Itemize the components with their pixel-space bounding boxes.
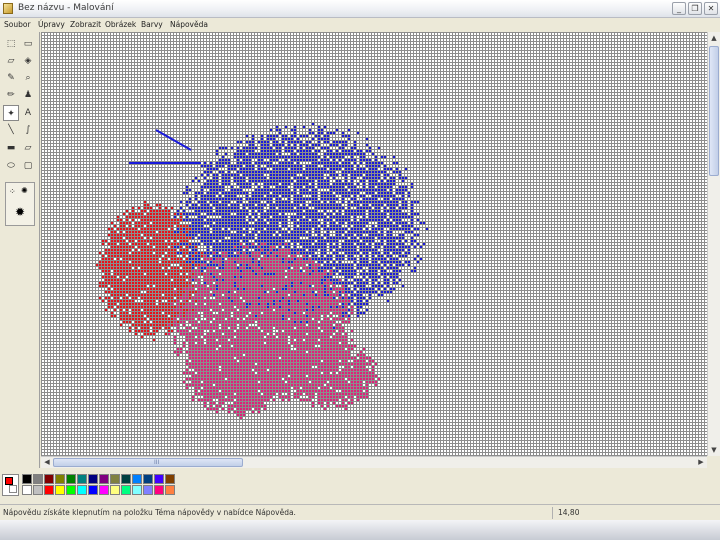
fill-icon[interactable]: ◈ xyxy=(20,53,36,69)
palette-swatch[interactable] xyxy=(143,474,153,484)
vertical-scroll-thumb[interactable] xyxy=(709,46,719,176)
vertical-scrollbar[interactable]: ▲ ▼ xyxy=(707,32,720,456)
rounded-rect-icon[interactable]: ▢ xyxy=(20,158,36,174)
horizontal-scrollbar[interactable]: ◀ III ▶ xyxy=(41,456,707,468)
primary-color[interactable] xyxy=(5,477,13,485)
cursor-coordinates: 14,80 xyxy=(558,508,580,517)
palette-swatch[interactable] xyxy=(33,474,43,484)
palette-swatch[interactable] xyxy=(99,474,109,484)
scroll-grip-icon: III xyxy=(154,459,160,466)
close-button[interactable]: ✕ xyxy=(704,2,718,15)
curve-icon[interactable]: ∫ xyxy=(20,122,36,138)
scroll-left-icon[interactable]: ◀ xyxy=(41,457,53,468)
current-colors xyxy=(2,474,19,496)
minimize-button[interactable]: _ xyxy=(672,2,686,15)
paint-icon[interactable] xyxy=(3,3,13,14)
palette-swatch[interactable] xyxy=(121,485,131,495)
palette-swatch[interactable] xyxy=(165,485,175,495)
line-icon[interactable]: ╲ xyxy=(3,122,19,138)
menu-image[interactable]: Obrázek xyxy=(105,20,136,29)
drawing-canvas[interactable] xyxy=(41,32,707,456)
tool-options-box: ⁘ ✺ ✹ xyxy=(5,182,35,226)
title-bar: Bez názvu - Malování _ ❐ ✕ xyxy=(0,0,720,18)
airbrush-blob xyxy=(285,336,380,410)
menu-colors[interactable]: Barvy xyxy=(141,20,163,29)
status-help-text: Nápovědu získáte klepnutím na položku Té… xyxy=(3,508,296,517)
palette-swatch[interactable] xyxy=(55,474,65,484)
airbrush-strokes xyxy=(96,123,428,419)
airbrush-icon[interactable]: ✦ xyxy=(3,105,19,121)
scroll-up-icon[interactable]: ▲ xyxy=(708,32,720,44)
eraser-icon[interactable]: ▱ xyxy=(3,53,19,69)
airbrush-medium-icon[interactable]: ✺ xyxy=(21,186,28,195)
palette-swatch[interactable] xyxy=(154,485,164,495)
palette-swatch[interactable] xyxy=(22,485,32,495)
color-palette xyxy=(0,468,720,500)
palette-swatch[interactable] xyxy=(121,474,131,484)
airbrush-stroke-line xyxy=(155,129,192,151)
menu-view[interactable]: Zobrazit xyxy=(70,20,101,29)
palette-swatch[interactable] xyxy=(110,485,120,495)
ellipse-icon[interactable]: ⬭ xyxy=(3,158,19,174)
taskbar xyxy=(0,520,720,540)
palette-swatch[interactable] xyxy=(44,485,54,495)
airbrush-large-icon[interactable]: ✹ xyxy=(15,205,25,219)
palette-swatch[interactable] xyxy=(55,485,65,495)
menu-file[interactable]: Soubor xyxy=(4,20,31,29)
palette-swatch[interactable] xyxy=(66,474,76,484)
palette-swatch[interactable] xyxy=(154,474,164,484)
magnifier-icon[interactable]: ⌕ xyxy=(20,70,36,86)
menu-bar: Soubor Úpravy Zobrazit Obrázek Barvy Náp… xyxy=(0,18,720,32)
palette-swatch[interactable] xyxy=(66,485,76,495)
window-title: Bez názvu - Malování xyxy=(18,3,114,13)
palette-swatch[interactable] xyxy=(77,485,87,495)
brush-icon[interactable]: ♟ xyxy=(20,87,36,103)
palette-swatch[interactable] xyxy=(99,485,109,495)
airbrush-small-icon[interactable]: ⁘ xyxy=(9,187,16,196)
palette-swatch[interactable] xyxy=(88,485,98,495)
palette-swatch[interactable] xyxy=(143,485,153,495)
polygon-icon[interactable]: ▱ xyxy=(20,140,36,156)
palette-swatch[interactable] xyxy=(132,474,142,484)
palette-swatch[interactable] xyxy=(44,474,54,484)
horizontal-scroll-thumb[interactable]: III xyxy=(53,458,243,467)
pencil-icon[interactable]: ✏ xyxy=(3,87,19,103)
scroll-right-icon[interactable]: ▶ xyxy=(695,457,707,468)
palette-swatch[interactable] xyxy=(165,474,175,484)
menu-edit[interactable]: Úpravy xyxy=(38,20,65,29)
palette-swatch[interactable] xyxy=(132,485,142,495)
menu-help[interactable]: Nápověda xyxy=(170,20,208,29)
text-icon[interactable]: A xyxy=(20,105,36,121)
palette-swatch[interactable] xyxy=(33,485,43,495)
maximize-button[interactable]: ❐ xyxy=(688,2,702,15)
color-picker-icon[interactable]: ✎ xyxy=(3,70,19,86)
palette-swatch[interactable] xyxy=(88,474,98,484)
tool-box: ⬚ ▭ ▱ ◈ ✎ ⌕ ✏ ♟ ✦ A ╲ ∫ ▬ ▱ ⬭ ▢ ⁘ ✺ ✹ xyxy=(0,32,40,468)
palette-swatch[interactable] xyxy=(22,474,32,484)
palette-swatch[interactable] xyxy=(110,474,120,484)
free-select-icon[interactable]: ⬚ xyxy=(3,36,19,52)
rect-select-icon[interactable]: ▭ xyxy=(20,36,36,52)
size-grip xyxy=(707,456,720,468)
rectangle-icon[interactable]: ▬ xyxy=(3,140,19,156)
canvas-drawing xyxy=(96,123,428,419)
palette-swatch[interactable] xyxy=(77,474,87,484)
status-bar: Nápovědu získáte klepnutím na položku Té… xyxy=(0,504,720,520)
scroll-down-icon[interactable]: ▼ xyxy=(708,444,720,456)
status-separator xyxy=(552,507,553,519)
secondary-color[interactable] xyxy=(9,485,17,493)
